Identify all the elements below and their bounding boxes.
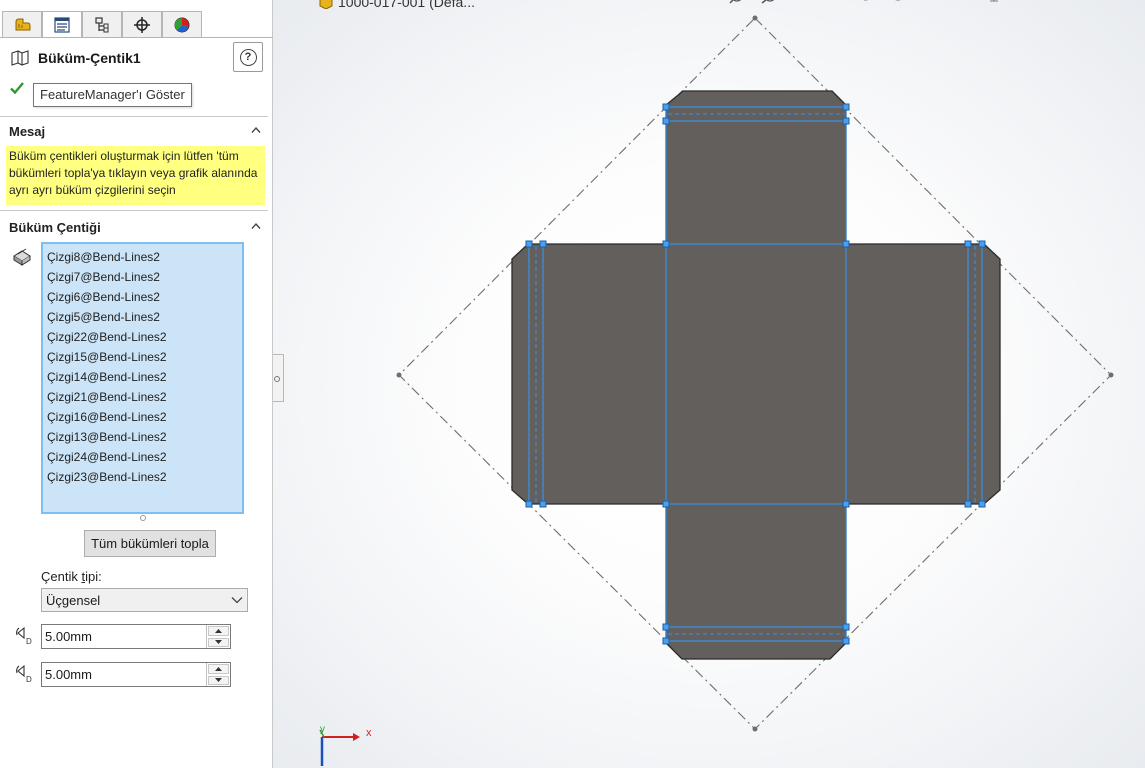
bend-line-list-item[interactable]: Çizgi6@Bend-Lines2	[47, 287, 238, 307]
selection-handle[interactable]	[662, 500, 670, 508]
relief-type-select[interactable]: Üçgensel	[41, 588, 248, 612]
bend-line-list-item[interactable]: Çizgi8@Bend-Lines2	[47, 247, 238, 267]
feature-title-row: Büküm-Çentik1	[10, 48, 141, 68]
bend-line-list-item[interactable]: Çizgi14@Bend-Lines2	[47, 367, 238, 387]
decrement-button[interactable]	[208, 675, 229, 685]
selection-handle[interactable]	[842, 240, 850, 248]
bounding-box-vertex	[752, 15, 758, 21]
bend-line-list-item[interactable]: Çizgi15@Bend-Lines2	[47, 347, 238, 367]
selection-handle[interactable]	[662, 623, 670, 631]
bend-lines-selection-list[interactable]: Çizgi8@Bend-Lines2 Çizgi7@Bend-Lines2 Çizg…	[41, 242, 244, 514]
selection-handle[interactable]	[539, 500, 547, 508]
bend-line-list-item[interactable]: Çizgi7@Bend-Lines2	[47, 267, 238, 287]
tab-feature-manager[interactable]	[2, 11, 42, 38]
graphics-area[interactable]: 1000-017-001 (Defa... x y	[273, 0, 1145, 768]
show-featuremanager-tooltip: FeatureManager'ı Göster	[33, 83, 192, 107]
bend-line-list-item[interactable]: Çizgi23@Bend-Lines2	[47, 467, 238, 487]
tab-property-manager[interactable]	[42, 11, 82, 38]
bend-line-list-item[interactable]: Çizgi5@Bend-Lines2	[47, 307, 238, 327]
svg-text:D: D	[26, 637, 32, 646]
flat-pattern-canvas[interactable]: x y	[273, 0, 1145, 768]
selection-handle[interactable]	[842, 623, 850, 631]
distance-1-input[interactable]: 5.00mm	[41, 624, 231, 649]
help-button[interactable]: ?	[233, 42, 263, 72]
selection-handle[interactable]	[978, 240, 986, 248]
selection-handle[interactable]	[842, 103, 850, 111]
section-divider	[0, 116, 268, 117]
property-manager-icon	[54, 16, 70, 33]
bend-lines-selection-icon	[13, 248, 31, 266]
bend-line-list-item[interactable]: Çizgi13@Bend-Lines2	[47, 427, 238, 447]
help-icon: ?	[239, 48, 257, 66]
selection-handle[interactable]	[964, 500, 972, 508]
message-section-title: Mesaj	[9, 124, 46, 139]
decrement-button[interactable]	[208, 637, 229, 647]
selection-handle[interactable]	[964, 240, 972, 248]
selection-handle[interactable]	[525, 240, 533, 248]
list-resize-handle[interactable]	[140, 515, 146, 521]
selection-handle[interactable]	[842, 117, 850, 125]
dimxpert-icon	[134, 16, 150, 33]
manager-tabs	[0, 0, 273, 38]
feature-manager-icon	[15, 18, 31, 30]
ok-check-icon[interactable]	[9, 80, 25, 96]
tab-display-manager[interactable]	[162, 11, 202, 38]
bend-line-list-item[interactable]: Çizgi24@Bend-Lines2	[47, 447, 238, 467]
bounding-box-vertex	[396, 372, 402, 378]
increment-button[interactable]	[208, 626, 229, 636]
selection-handle[interactable]	[842, 500, 850, 508]
arrow-up-icon	[215, 666, 222, 671]
selection-handle[interactable]	[525, 500, 533, 508]
distance-2-icon: D	[16, 664, 32, 684]
arrow-up-icon	[215, 628, 222, 633]
bend-relief-section-title: Büküm Çentiği	[9, 220, 101, 235]
selection-handle[interactable]	[662, 103, 670, 111]
tab-dimxpert-manager[interactable]	[122, 11, 162, 38]
selection-handle[interactable]	[842, 637, 850, 645]
tab-configuration-manager[interactable]	[82, 11, 122, 38]
tab-divider	[0, 37, 273, 38]
bend-line-list-item[interactable]: Çizgi16@Bend-Lines2	[47, 407, 238, 427]
selection-handle[interactable]	[539, 240, 547, 248]
selection-handle[interactable]	[978, 500, 986, 508]
selection-handle[interactable]	[662, 240, 670, 248]
distance-1-value: 5.00mm	[45, 629, 92, 644]
display-manager-icon	[174, 17, 190, 32]
bounding-box-vertex	[752, 726, 758, 732]
bend-notch-feature-icon	[11, 50, 29, 66]
x-axis-arrow	[353, 733, 360, 741]
svg-text:D: D	[26, 675, 32, 684]
chevron-down-icon	[231, 597, 243, 604]
chevron-up-icon[interactable]	[251, 126, 261, 134]
relief-type-value: Üçgensel	[46, 592, 101, 608]
chevron-up-icon[interactable]	[251, 222, 261, 230]
bend-line-list-item[interactable]: Çizgi22@Bend-Lines2	[47, 327, 238, 347]
distance-2-input[interactable]: 5.00mm	[41, 662, 231, 687]
selection-handle[interactable]	[662, 637, 670, 645]
bend-line-list-item[interactable]: Çizgi21@Bend-Lines2	[47, 387, 238, 407]
sheet-metal-flat-pattern[interactable]	[511, 90, 1001, 660]
increment-button[interactable]	[208, 664, 229, 674]
property-manager-panel: Büküm-Çentik1 ? FeatureManager'ı Göster …	[0, 0, 273, 768]
y-axis-label: y	[320, 724, 325, 735]
arrow-down-icon	[215, 640, 222, 645]
feature-title: Büküm-Çentik1	[38, 50, 141, 66]
configuration-manager-icon	[95, 16, 109, 32]
arrow-down-icon	[215, 678, 222, 683]
bounding-box-vertex	[1108, 372, 1114, 378]
distance-2-value: 5.00mm	[45, 667, 92, 682]
section-divider	[0, 210, 268, 211]
x-axis-label: x	[366, 727, 372, 739]
message-text: Büküm çentikleri oluşturmak için lütfen …	[6, 146, 265, 205]
collect-all-bends-button[interactable]: Tüm bükümleri topla	[84, 530, 216, 557]
relief-type-label: Çentik tipi:	[41, 569, 102, 584]
distance-1-icon: D	[16, 626, 32, 646]
triad-axes: x y	[319, 724, 372, 766]
selection-handle[interactable]	[662, 117, 670, 125]
